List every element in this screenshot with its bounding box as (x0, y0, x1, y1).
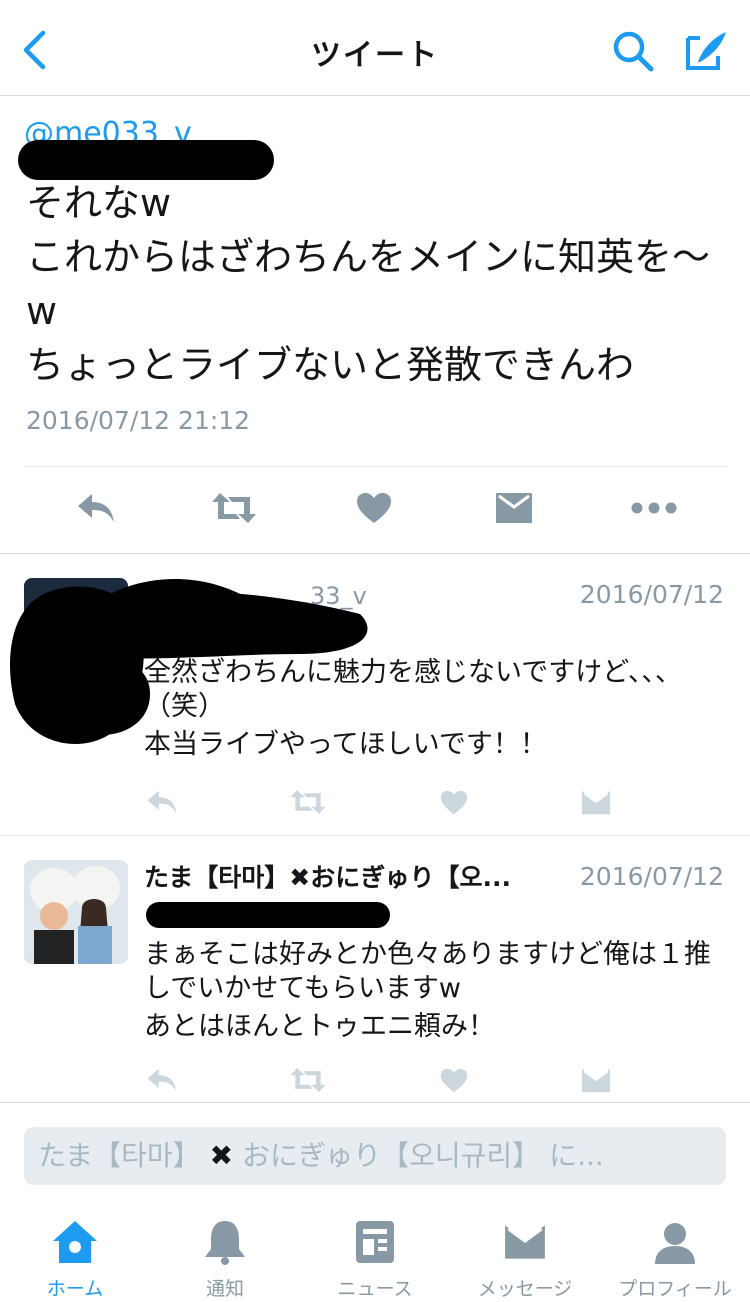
reply-date: 2016/07/12 (579, 580, 724, 609)
reply-icon (147, 1068, 177, 1092)
reply-button[interactable] (138, 1060, 186, 1100)
tweet-line: それなw (26, 181, 172, 225)
reply-tweet[interactable]: たま【타마】✖おにぎゅり【오... 2016/07/12 まぁそこは好みとか色々… (0, 836, 750, 1102)
avatar-photo (24, 860, 128, 964)
avatar[interactable] (24, 860, 128, 964)
reply-line: まぁそこは好みとか色々ありますけど俺は１推しでいかせてもらいますw (144, 939, 711, 1004)
direct-message-button[interactable] (572, 1060, 620, 1100)
reply-line: 全然ざわちんに魅力を感じないですけど、、、（笑） (144, 657, 682, 722)
reply-button[interactable] (138, 782, 186, 822)
tweet-text: それなw これからはざわちんをメインに知英を〜w ちょっとライブないと発散できん… (26, 176, 726, 392)
tab-profile[interactable]: プロフィール (600, 1218, 750, 1302)
divider (24, 466, 726, 467)
reply-tweet[interactable]: m 33_v 2016/07/12 全然ざわちんに魅力を感じないですけど、、、（… (0, 554, 750, 836)
retweet-icon (212, 493, 256, 523)
reply-actions (0, 1060, 750, 1100)
reply-author-name[interactable]: たま【타마】✖おにぎゅり【오... (144, 858, 511, 894)
envelope-icon (581, 1068, 611, 1092)
direct-message-button[interactable] (490, 488, 538, 528)
reply-date: 2016/07/12 (579, 862, 724, 891)
redaction-scribble (146, 902, 390, 928)
tab-label: メッセージ (477, 1278, 573, 1300)
reply-actions (0, 782, 750, 822)
bell-icon (205, 1221, 245, 1265)
reply-icon (147, 790, 177, 814)
compose-tweet-button[interactable] (682, 28, 730, 74)
bottom-tab-bar: ホーム 通知 ニュース メッセージ プロフィール (0, 1202, 750, 1302)
reply-input-placeholder-x: ✖ (209, 1139, 234, 1172)
tab-news[interactable]: ニュース (300, 1218, 450, 1302)
tab-home[interactable]: ホーム (0, 1218, 150, 1302)
tab-notifications[interactable]: 通知 (150, 1218, 300, 1302)
heart-icon (440, 790, 468, 814)
search-icon (613, 31, 654, 72)
home-icon (53, 1221, 97, 1263)
tweet-timestamp: 2016/07/12 21:12 (26, 406, 251, 435)
direct-message-button[interactable] (572, 782, 620, 822)
top-nav-bar: ツイート (0, 0, 750, 96)
like-button[interactable] (350, 488, 398, 528)
news-icon (356, 1221, 394, 1263)
tab-label: ニュース (337, 1278, 413, 1300)
retweet-button[interactable] (284, 1060, 332, 1100)
heart-icon (357, 493, 391, 523)
tab-label: 通知 (205, 1278, 244, 1300)
retweet-button[interactable] (210, 488, 258, 528)
reply-compose-bar: たま【타마】 ✖ おにぎゅり【오니규리】 に... (0, 1102, 750, 1202)
reply-button[interactable] (72, 488, 120, 528)
tab-label: プロフィール (618, 1278, 732, 1300)
retweet-icon (290, 1068, 326, 1092)
tweet-actions (0, 488, 750, 532)
like-button[interactable] (430, 782, 478, 822)
retweet-icon (290, 790, 326, 814)
like-button[interactable] (430, 1060, 478, 1100)
reply-input-placeholder: たま【타마】 (38, 1139, 201, 1172)
main-tweet: @me033_v それなw これからはざわちんをメインに知英を〜w ちょっとライ… (0, 96, 750, 554)
retweet-button[interactable] (284, 782, 332, 822)
search-button[interactable] (610, 28, 656, 74)
envelope-icon (581, 790, 611, 814)
reply-icon (78, 494, 114, 522)
reply-input[interactable]: たま【타마】 ✖ おにぎゅり【오니규리】 に... (24, 1127, 726, 1185)
reply-text: まぁそこは好みとか色々ありますけど俺は１推しでいかせてもらいますw あとはほんと… (144, 938, 724, 1044)
heart-icon (440, 1068, 468, 1092)
envelope-icon (505, 1225, 545, 1259)
reply-line: あとはほんとトゥエニ頼み！ (144, 1011, 495, 1042)
compose-quill-icon (686, 32, 726, 70)
tab-messages[interactable]: メッセージ (450, 1218, 600, 1302)
reply-line: 本当ライブやってほしいです！！ (144, 729, 547, 760)
profile-icon (655, 1223, 695, 1264)
reply-text: 全然ざわちんに魅力を感じないですけど、、、（笑） 本当ライブやってほしいです！！ (144, 656, 724, 762)
tweet-line: これからはざわちんをメインに知英を〜w (26, 235, 711, 333)
envelope-icon (496, 493, 532, 523)
more-button[interactable] (630, 488, 678, 528)
more-dots-icon (631, 502, 677, 514)
reply-input-placeholder: おにぎゅり【오니규리】 に... (241, 1139, 604, 1172)
tweet-line: ちょっとライブないと発散できんわ (26, 343, 635, 387)
redaction-scribble (18, 140, 274, 180)
tab-label: ホーム (46, 1278, 104, 1300)
